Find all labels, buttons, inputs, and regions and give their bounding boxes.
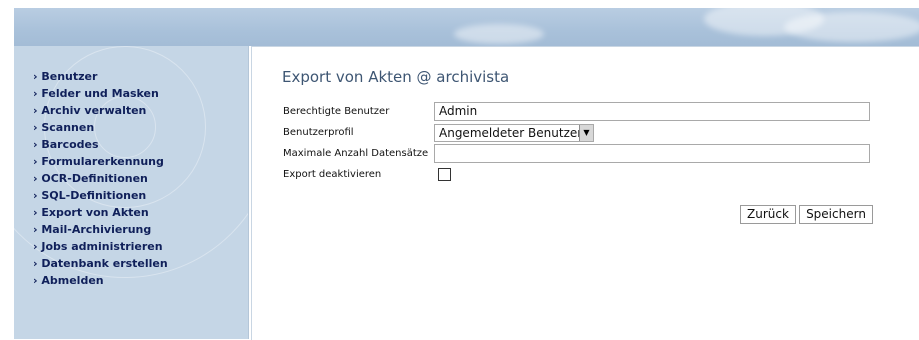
sidebar-item-abmelden[interactable]: › Abmelden: [33, 272, 168, 289]
disable-export-checkbox[interactable]: [438, 168, 451, 181]
sidebar-item-export-von-akten[interactable]: › Export von Akten: [33, 204, 168, 221]
main-content: Export von Akten @ archivista Berechtigt…: [251, 46, 919, 340]
sidebar-item-benutzer[interactable]: › Benutzer: [33, 68, 168, 85]
back-button[interactable]: Zurück: [740, 205, 796, 224]
sidebar-item-barcodes[interactable]: › Barcodes: [33, 136, 168, 153]
sidebar-item-felder-und-masken[interactable]: › Felder und Masken: [33, 85, 168, 102]
header-banner: [14, 8, 919, 46]
sidebar-item-formularerkennung[interactable]: › Formularerkennung: [33, 153, 168, 170]
sidebar: › Benutzer › Felder und Masken › Archiv …: [14, 46, 249, 339]
max-records-label: Maximale Anzahl Datensätze: [283, 148, 429, 159]
sidebar-nav: › Benutzer › Felder und Masken › Archiv …: [33, 68, 168, 289]
page-title: Export von Akten @ archivista: [282, 68, 510, 86]
save-button[interactable]: Speichern: [799, 205, 873, 224]
sidebar-item-archiv-verwalten[interactable]: › Archiv verwalten: [33, 102, 168, 119]
max-records-input[interactable]: [434, 144, 870, 163]
sidebar-item-datenbank-erstellen[interactable]: › Datenbank erstellen: [33, 255, 168, 272]
dropdown-arrow-icon[interactable]: ▼: [579, 125, 593, 141]
sidebar-item-sql-definitionen[interactable]: › SQL-Definitionen: [33, 187, 168, 204]
sidebar-item-mail-archivierung[interactable]: › Mail-Archivierung: [33, 221, 168, 238]
profile-select[interactable]: Angemeldeter Benutzer ▼: [434, 124, 594, 142]
sidebar-item-ocr-definitionen[interactable]: › OCR-Definitionen: [33, 170, 168, 187]
sidebar-item-scannen[interactable]: › Scannen: [33, 119, 168, 136]
profile-select-value: Angemeldeter Benutzer: [439, 126, 583, 140]
sidebar-item-jobs-administrieren[interactable]: › Jobs administrieren: [33, 238, 168, 255]
disable-export-label: Export deaktivieren: [283, 169, 382, 180]
profile-label: Benutzerprofil: [283, 127, 354, 138]
users-label: Berechtigte Benutzer: [283, 106, 390, 117]
users-input[interactable]: Admin: [434, 102, 870, 121]
